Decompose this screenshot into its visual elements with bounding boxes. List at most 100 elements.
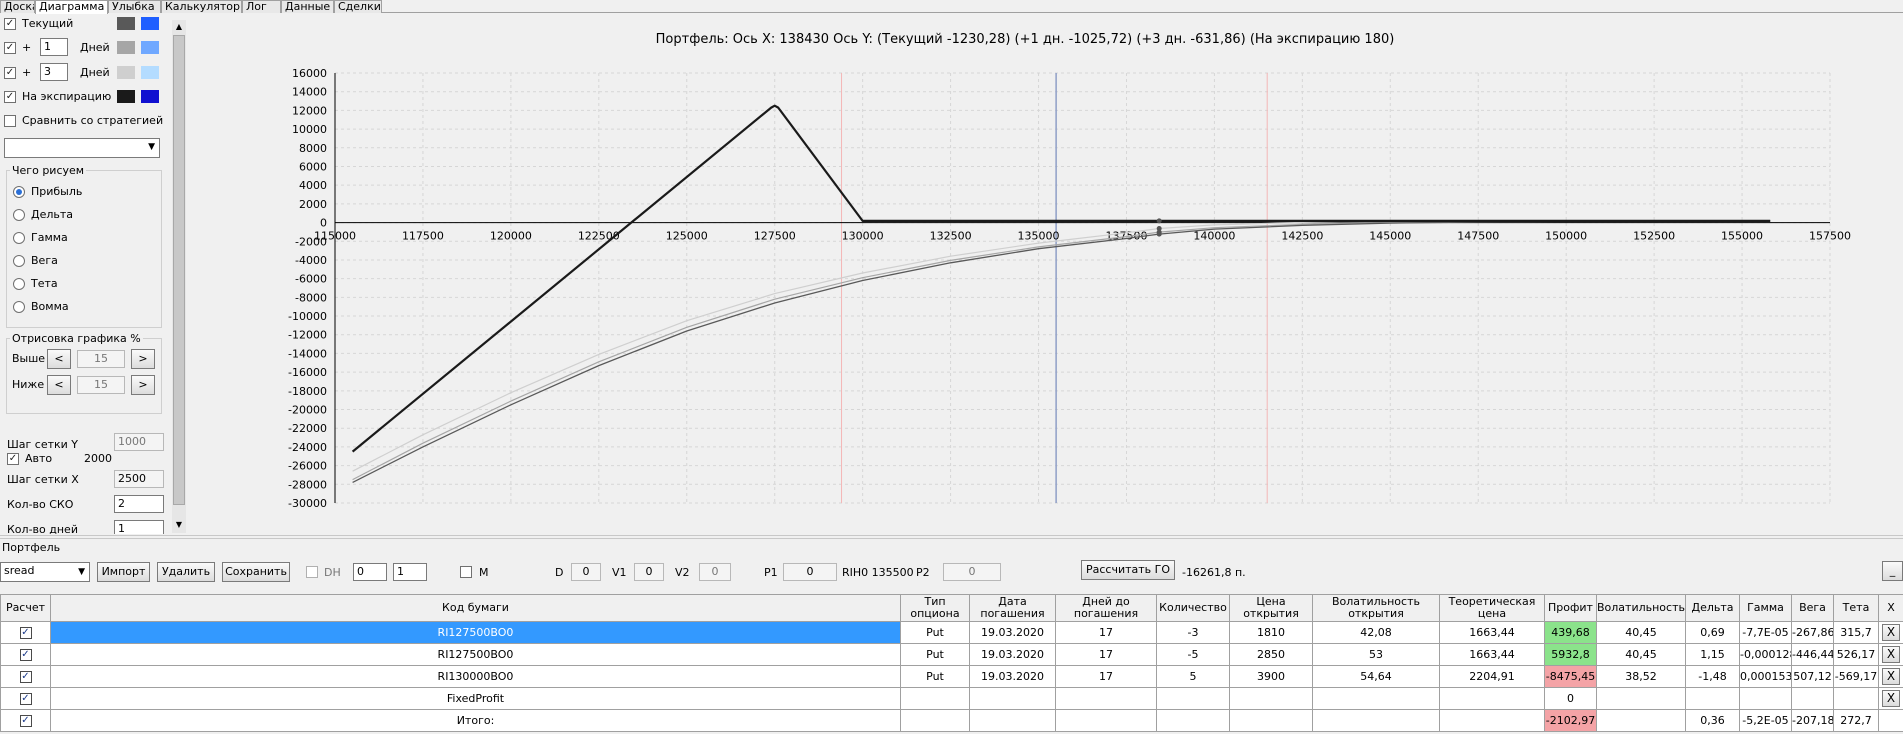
- exp-light-swatch[interactable]: [141, 90, 159, 103]
- header-vol-open[interactable]: Волатильность открытия: [1312, 594, 1440, 622]
- tab-diagram[interactable]: Диаграмма: [35, 0, 108, 14]
- below-decrease-button[interactable]: <: [47, 375, 71, 395]
- days-count-input[interactable]: 1: [114, 520, 164, 534]
- remove-row-button[interactable]: X: [1882, 668, 1900, 685]
- auto-value: 2000: [84, 452, 112, 465]
- series-point-marker: [1156, 231, 1162, 237]
- cell-theo: [1439, 709, 1545, 732]
- delete-button[interactable]: Удалить: [157, 562, 215, 582]
- table-row[interactable]: ✓ RI130000BO0 Put 19.03.2020 17 5 3900 54,64 220…: [0, 665, 1903, 688]
- header-qty[interactable]: Количество: [1156, 594, 1230, 622]
- tab-deals[interactable]: Сделки: [334, 0, 382, 13]
- below-value: 15: [77, 376, 125, 394]
- tab-log[interactable]: Лог: [242, 0, 281, 13]
- exp-dark-swatch[interactable]: [117, 90, 135, 103]
- m-checkbox[interactable]: [460, 566, 472, 578]
- sko-input[interactable]: 2: [114, 495, 164, 513]
- header-theo[interactable]: Теоретическая цена: [1439, 594, 1545, 622]
- calc-checkbox[interactable]: ✓: [19, 627, 32, 639]
- header-delta[interactable]: Дельта: [1685, 594, 1740, 622]
- day3-dark-swatch[interactable]: [117, 66, 135, 79]
- radio-gamma[interactable]: [13, 232, 25, 244]
- grid-y-input[interactable]: 1000: [114, 433, 164, 451]
- day3-input[interactable]: 3: [40, 63, 68, 81]
- tab-data[interactable]: Данные: [281, 0, 334, 13]
- table-row[interactable]: ✓ RI127500BO0 Put 19.03.2020 17 -3 1810 42,08 16…: [0, 621, 1903, 644]
- cell-vol: 40,45: [1596, 643, 1686, 666]
- dh-checkbox[interactable]: [306, 566, 318, 578]
- v1-value[interactable]: 0: [634, 563, 664, 581]
- y-tick-label: -12000: [288, 329, 327, 342]
- radio-vomma[interactable]: [13, 301, 25, 313]
- dh-label: DH: [324, 566, 341, 579]
- save-button[interactable]: Сохранить: [222, 562, 290, 582]
- header-date[interactable]: Дата погашения: [969, 594, 1056, 622]
- portfolio-select[interactable]: sread ▼: [0, 562, 90, 582]
- table-row[interactable]: ✓ Итого: -2102,97 0,36 -5,2E-05 -207,18 272,7: [0, 709, 1903, 732]
- cell-calc[interactable]: ✓: [0, 621, 51, 644]
- strategy-dropdown[interactable]: ▼: [4, 138, 160, 158]
- cell-gamma: -7,7E-05: [1739, 621, 1792, 644]
- current-dark-swatch[interactable]: [117, 17, 135, 30]
- y-tick-label: 10000: [292, 123, 327, 136]
- remove-row-button[interactable]: X: [1882, 646, 1900, 663]
- calc-go-button[interactable]: Рассчитать ГО: [1081, 560, 1175, 580]
- current-checkbox[interactable]: ✓: [4, 18, 16, 30]
- header-code[interactable]: Код бумаги: [50, 594, 901, 622]
- header-calc[interactable]: Расчет: [0, 594, 51, 622]
- header-days[interactable]: Дней до погашения: [1055, 594, 1157, 622]
- calc-checkbox[interactable]: ✓: [19, 693, 32, 705]
- d-value[interactable]: 0: [571, 563, 601, 581]
- compare-checkbox[interactable]: [4, 115, 16, 127]
- cell-calc[interactable]: ✓: [0, 665, 51, 688]
- radio-profit[interactable]: [13, 186, 25, 198]
- tab-smile[interactable]: Улыбка: [108, 0, 161, 13]
- remove-row-button[interactable]: X: [1882, 624, 1900, 641]
- remove-row-button[interactable]: X: [1882, 690, 1900, 707]
- header-profit[interactable]: Профит: [1544, 594, 1597, 622]
- below-increase-button[interactable]: >: [131, 375, 155, 395]
- grid-x-input[interactable]: 2500: [114, 470, 164, 488]
- minimize-button[interactable]: _: [1882, 561, 1903, 581]
- dh-spin-2[interactable]: 1: [393, 563, 427, 581]
- current-light-swatch[interactable]: [141, 17, 159, 30]
- cell-days: 17: [1055, 643, 1157, 666]
- cell-calc[interactable]: ✓: [0, 687, 51, 710]
- radio-vega[interactable]: [13, 255, 25, 267]
- table-row[interactable]: ✓ FixedProfit 0 X: [0, 687, 1903, 710]
- day3-checkbox[interactable]: ✓: [4, 67, 16, 79]
- radio-theta[interactable]: [13, 278, 25, 290]
- tab-calculator[interactable]: Калькулятор: [161, 0, 242, 13]
- radio-gamma-label: Гамма: [31, 231, 68, 244]
- radio-delta[interactable]: [13, 209, 25, 221]
- p1-value[interactable]: 0: [783, 563, 837, 581]
- header-open[interactable]: Цена открытия: [1229, 594, 1313, 622]
- splitter[interactable]: [0, 535, 1903, 539]
- cell-calc[interactable]: ✓: [0, 709, 51, 732]
- above-increase-button[interactable]: >: [131, 349, 155, 369]
- calc-checkbox[interactable]: ✓: [19, 715, 32, 727]
- import-button[interactable]: Импорт: [97, 562, 150, 582]
- header-vol[interactable]: Волатильность: [1596, 594, 1686, 622]
- expiration-checkbox[interactable]: ✓: [4, 91, 16, 103]
- tab-board[interactable]: Доска: [0, 0, 35, 13]
- header-theta[interactable]: Тета: [1833, 594, 1879, 622]
- header-vega[interactable]: Вега: [1791, 594, 1834, 622]
- header-type[interactable]: Тип опциона: [900, 594, 970, 622]
- day1-light-swatch[interactable]: [141, 41, 159, 54]
- day1-input[interactable]: 1: [40, 38, 68, 56]
- dh-spin-1[interactable]: 0: [353, 563, 387, 581]
- day1-checkbox[interactable]: ✓: [4, 42, 16, 54]
- auto-checkbox[interactable]: ✓: [7, 453, 19, 465]
- above-decrease-button[interactable]: <: [47, 349, 71, 369]
- table-row[interactable]: ✓ RI127500BO0 Put 19.03.2020 17 -5 2850 53 1663,…: [0, 643, 1903, 666]
- header-gamma[interactable]: Гамма: [1739, 594, 1792, 622]
- p2-value[interactable]: 0: [943, 563, 1001, 581]
- calc-checkbox[interactable]: ✓: [19, 671, 32, 683]
- header-x[interactable]: X: [1878, 594, 1903, 622]
- calc-checkbox[interactable]: ✓: [19, 649, 32, 661]
- cell-calc[interactable]: ✓: [0, 643, 51, 666]
- day3-light-swatch[interactable]: [141, 66, 159, 79]
- v2-value[interactable]: 0: [699, 563, 731, 581]
- day1-dark-swatch[interactable]: [117, 41, 135, 54]
